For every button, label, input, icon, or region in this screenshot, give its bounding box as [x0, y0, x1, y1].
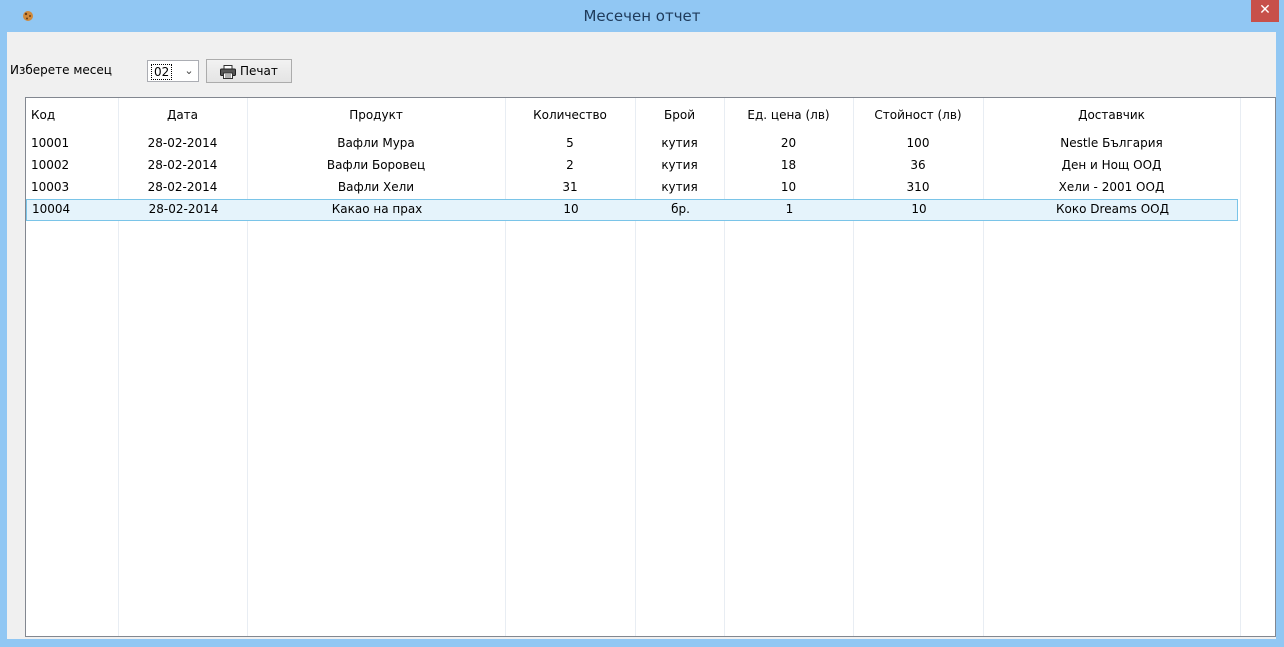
print-button[interactable]: Печат — [206, 59, 292, 83]
title-bar[interactable]: Месечен отчет ✕ — [0, 0, 1284, 32]
table-row[interactable]: 10001 28-02-2014 Вафли Мура 5 кутия 20 1… — [26, 133, 1238, 155]
cell-supplier: Хели - 2001 ООД — [1058, 180, 1165, 194]
report-table[interactable]: Код Дата Продукт Количество Брой Ед. цен… — [25, 97, 1276, 637]
table-row[interactable]: 10002 28-02-2014 Вафли Боровец 2 кутия 1… — [26, 155, 1238, 177]
column-header-quantity[interactable]: Количество — [505, 108, 635, 128]
cell-date: 28-02-2014 — [147, 158, 218, 172]
month-select[interactable]: 02 ⌄ — [147, 60, 199, 82]
window-client-area: Изберете месец 02 ⌄ Печат Код Дата Проду… — [7, 32, 1276, 639]
cell-product: Какао на прах — [331, 202, 423, 216]
close-button[interactable]: ✕ — [1251, 0, 1279, 22]
cell-value: 310 — [906, 180, 930, 194]
column-header-supplier[interactable]: Доставчик — [983, 108, 1240, 128]
cell-quantity: 10 — [563, 202, 579, 216]
cell-product: Вафли Боровец — [326, 158, 426, 172]
cell-unit: кутия — [661, 180, 698, 194]
cell-quantity: 5 — [566, 136, 574, 150]
column-header-value[interactable]: Стойност (лв) — [853, 108, 983, 128]
cell-date: 28-02-2014 — [148, 202, 219, 216]
column-header-unit[interactable]: Брой — [635, 108, 724, 128]
table-header: Код Дата Продукт Количество Брой Ед. цен… — [26, 98, 1275, 129]
cell-code: 10003 — [31, 180, 70, 194]
table-row[interactable]: 10003 28-02-2014 Вафли Хели 31 кутия 10 … — [26, 177, 1238, 199]
printer-icon — [220, 65, 236, 79]
cell-value: 10 — [911, 202, 927, 216]
month-select-value: 02 — [151, 64, 173, 80]
close-icon: ✕ — [1259, 2, 1271, 18]
cell-product: Вафли Хели — [337, 180, 415, 194]
column-header-unit-price[interactable]: Ед. цена (лв) — [724, 108, 853, 128]
cell-unit-price: 20 — [780, 136, 797, 150]
cell-quantity: 2 — [566, 158, 574, 172]
column-header-date[interactable]: Дата — [118, 108, 247, 128]
cell-unit: кутия — [661, 158, 698, 172]
cell-supplier: Коко Dreams ООД — [1056, 202, 1169, 216]
cell-unit: бр. — [671, 202, 690, 216]
column-header-product[interactable]: Продукт — [247, 108, 505, 128]
cell-unit: кутия — [661, 136, 698, 150]
column-header-code[interactable]: Код — [26, 108, 118, 128]
cell-value: 36 — [910, 158, 926, 172]
cell-unit-price: 10 — [780, 180, 797, 194]
print-button-label: Печат — [240, 64, 278, 78]
cell-unit-price: 18 — [780, 158, 797, 172]
cell-product: Вафли Мура — [337, 136, 415, 150]
month-label: Изберете месец — [10, 63, 112, 77]
cell-code: 10001 — [31, 136, 70, 150]
cell-supplier: Nestle България — [1060, 136, 1163, 150]
column-divider — [1240, 98, 1241, 636]
cell-date: 28-02-2014 — [147, 180, 218, 194]
cell-code: 10004 — [32, 202, 71, 216]
cell-supplier: Ден и Нощ ООД — [1061, 158, 1162, 172]
window-title: Месечен отчет — [583, 7, 701, 25]
cell-unit-price: 1 — [785, 202, 794, 216]
chevron-down-icon[interactable]: ⌄ — [180, 61, 198, 81]
cell-value: 100 — [906, 136, 930, 150]
cell-date: 28-02-2014 — [147, 136, 218, 150]
cell-code: 10002 — [31, 158, 70, 172]
table-row-selected[interactable]: 10004 28-02-2014 Какао на прах 10 бр. 1 … — [26, 199, 1238, 221]
cell-quantity: 31 — [562, 180, 578, 194]
monthly-report-window: Месечен отчет ✕ Изберете месец 02 ⌄ Печа… — [0, 0, 1284, 647]
toolbar: Изберете месец 02 ⌄ Печат — [7, 32, 1276, 94]
